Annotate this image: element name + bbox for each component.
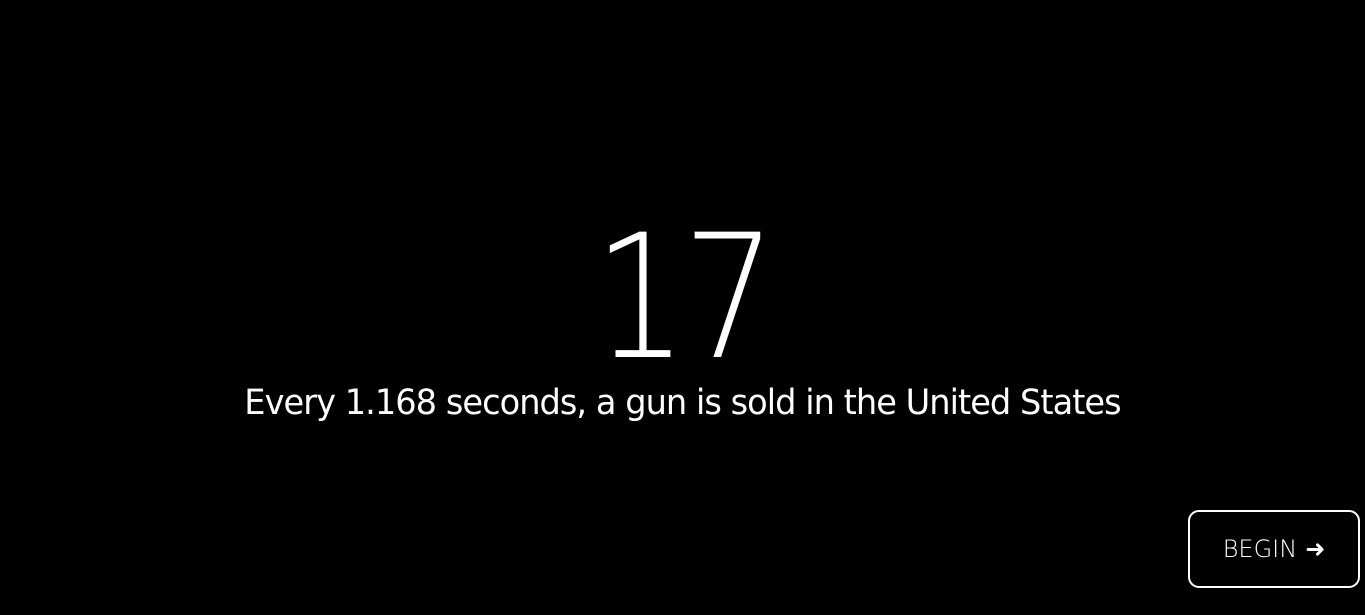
arrow-right-icon: ➜ <box>1305 535 1326 563</box>
gun-sale-statement: Every 1.168 seconds, a gun is sold in th… <box>244 383 1121 423</box>
gun-sale-counter: 17 <box>593 197 777 398</box>
begin-button[interactable]: BEGIN ➜ <box>1188 510 1360 588</box>
begin-button-label: BEGIN <box>1222 535 1298 563</box>
